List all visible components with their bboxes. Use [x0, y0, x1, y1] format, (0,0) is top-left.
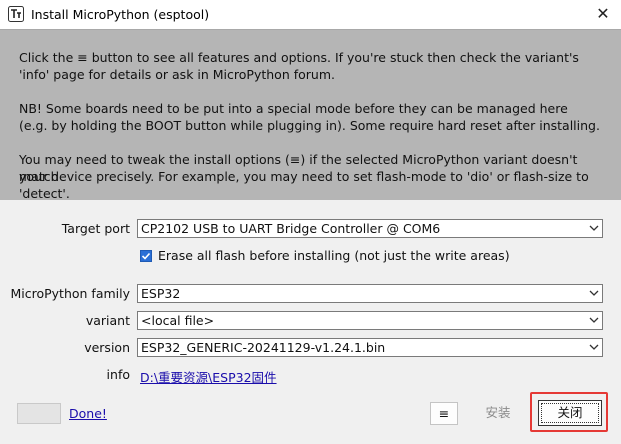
family-value: ESP32	[141, 286, 181, 301]
variant-label: variant	[85, 313, 130, 328]
window-title: Install MicroPython (esptool)	[31, 7, 210, 22]
chevron-down-icon	[589, 344, 599, 350]
highlight-box	[530, 392, 608, 432]
family-label: MicroPython family	[10, 286, 130, 301]
info-label: info	[106, 367, 130, 382]
thonny-app-icon	[8, 6, 24, 22]
erase-flash-label[interactable]: Erase all flash before installing (not j…	[158, 248, 510, 263]
info-paragraph-1-line-2: 'info' page for details or ask in MicroP…	[19, 67, 335, 82]
close-icon[interactable]: ✕	[592, 4, 614, 24]
variant-value: <local file>	[141, 313, 215, 328]
info-paragraph-2-line-1: NB! Some boards need to be put into a sp…	[19, 101, 568, 116]
done-link[interactable]: Done!	[69, 406, 107, 421]
info-link[interactable]: D:\重要资源\ESP32固件	[140, 367, 277, 386]
checkmark-icon	[141, 252, 151, 260]
chevron-down-icon	[589, 317, 599, 323]
title-bar: Install MicroPython (esptool) ✕	[0, 0, 621, 29]
info-panel: Click the ≡ button to see all features a…	[0, 29, 621, 201]
info-paragraph-2-line-2: (e.g. by holding the BOOT button while p…	[19, 118, 600, 133]
target-port-label: Target port	[61, 221, 130, 236]
variant-select[interactable]: <local file>	[137, 311, 603, 330]
version-value: ESP32_GENERIC-20241129-v1.24.1.bin	[141, 340, 386, 355]
info-paragraph-3-line-2: your device precisely. For example, you …	[19, 169, 589, 201]
version-select[interactable]: ESP32_GENERIC-20241129-v1.24.1.bin	[137, 338, 603, 357]
family-select[interactable]: ESP32	[137, 284, 603, 303]
chevron-down-icon	[589, 290, 599, 296]
progress-box	[17, 403, 61, 424]
target-port-value: CP2102 USB to UART Bridge Controller @ C…	[141, 221, 441, 236]
menu-button[interactable]: ≡	[430, 402, 458, 425]
erase-flash-checkbox[interactable]	[140, 250, 152, 262]
target-port-select[interactable]: CP2102 USB to UART Bridge Controller @ C…	[137, 219, 603, 238]
chevron-down-icon	[589, 225, 599, 231]
info-paragraph-1-line-1: Click the ≡ button to see all features a…	[19, 50, 579, 65]
version-label: version	[84, 340, 130, 355]
install-button[interactable]: 安装	[470, 402, 526, 425]
